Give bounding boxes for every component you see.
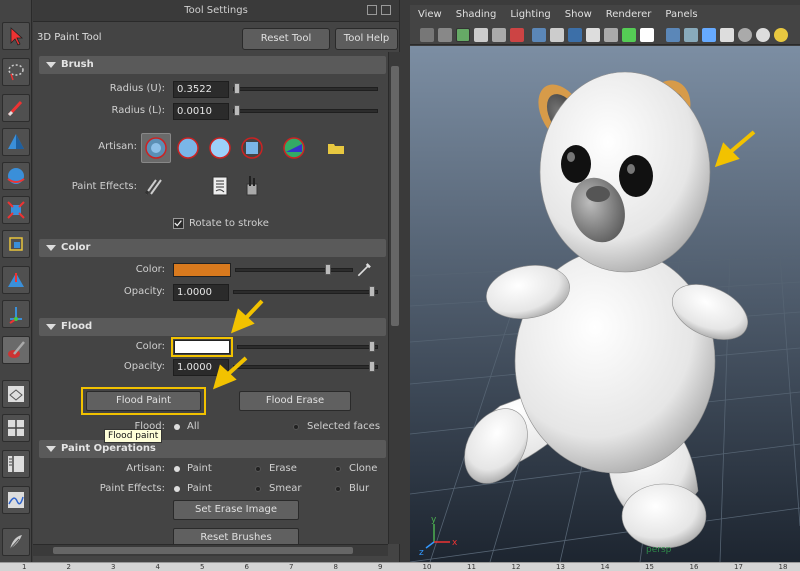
menu-panels[interactable]: Panels: [665, 5, 697, 25]
panel-divider[interactable]: [400, 0, 410, 566]
sphere-white-icon[interactable]: [756, 28, 770, 42]
panel-annotation-arrows: [212, 299, 264, 390]
viewport-toolbar: [410, 25, 800, 45]
timeline-tick: 7: [289, 563, 294, 571]
smooth-shade-icon[interactable]: [550, 28, 564, 42]
menu-shading[interactable]: Shading: [456, 5, 497, 25]
sphere-grey-icon[interactable]: [738, 28, 752, 42]
image-plane-icon[interactable]: [474, 28, 488, 42]
axis-z-label: z: [419, 548, 424, 558]
axis-y-label: y: [431, 515, 437, 525]
axis-x-label: x: [452, 538, 458, 548]
perspective-viewport[interactable]: y x z persp: [410, 46, 800, 562]
film-gate-icon[interactable]: [510, 28, 524, 42]
camera-name-label: persp: [646, 545, 672, 555]
timeline-tick: 2: [66, 563, 71, 571]
menu-show[interactable]: Show: [565, 5, 592, 25]
grid-toggle-icon[interactable]: [492, 28, 506, 42]
timeline-tick: 3: [111, 563, 116, 571]
textured-icon[interactable]: [586, 28, 600, 42]
viewport-menu-bar: View Shading Lighting Show Renderer Pane…: [410, 5, 800, 25]
timeline-tick: 5: [200, 563, 205, 571]
timeline-tick: 12: [511, 563, 521, 571]
wireframe-icon[interactable]: [532, 28, 546, 42]
timeline-tick: 6: [244, 563, 249, 571]
camera-select-icon[interactable]: [420, 28, 434, 42]
timeline-tick: 13: [556, 563, 565, 571]
timeline-tick: 17: [734, 563, 743, 571]
camera-attributes-icon[interactable]: [438, 28, 452, 42]
menu-renderer[interactable]: Renderer: [606, 5, 652, 25]
timeline-tick: 11: [467, 563, 476, 571]
sphere-gold-icon[interactable]: [774, 28, 788, 42]
menu-view[interactable]: View: [418, 5, 442, 25]
text-icon[interactable]: [640, 28, 654, 42]
timeline-tick: 10: [422, 563, 432, 571]
timeline-tick: 15: [645, 563, 654, 571]
shadows-icon[interactable]: [622, 28, 636, 42]
viewport-scene: y x z persp: [410, 46, 800, 562]
timeline-tick: 16: [689, 563, 699, 571]
lights-icon[interactable]: [604, 28, 618, 42]
bookmark-icon[interactable]: [456, 28, 470, 42]
checker-icon[interactable]: [720, 28, 734, 42]
wireframe-on-shaded-icon[interactable]: [568, 28, 582, 42]
time-slider[interactable]: 1 2 3 4 5 6 7 8 9 10 11 12 13 14 15 16 17 18: [0, 562, 800, 571]
cube-shaded-icon[interactable]: [702, 28, 716, 42]
xray-icon[interactable]: [666, 28, 680, 42]
timeline-tick: 8: [333, 563, 338, 571]
timeline-tick: 1: [22, 563, 27, 571]
timeline-tick: 4: [155, 563, 160, 571]
timeline-tick: 9: [378, 563, 383, 571]
isolate-icon[interactable]: [684, 28, 698, 42]
menu-lighting[interactable]: Lighting: [510, 5, 550, 25]
timeline-tick: 18: [778, 563, 788, 571]
timeline-tick: 14: [600, 563, 610, 571]
